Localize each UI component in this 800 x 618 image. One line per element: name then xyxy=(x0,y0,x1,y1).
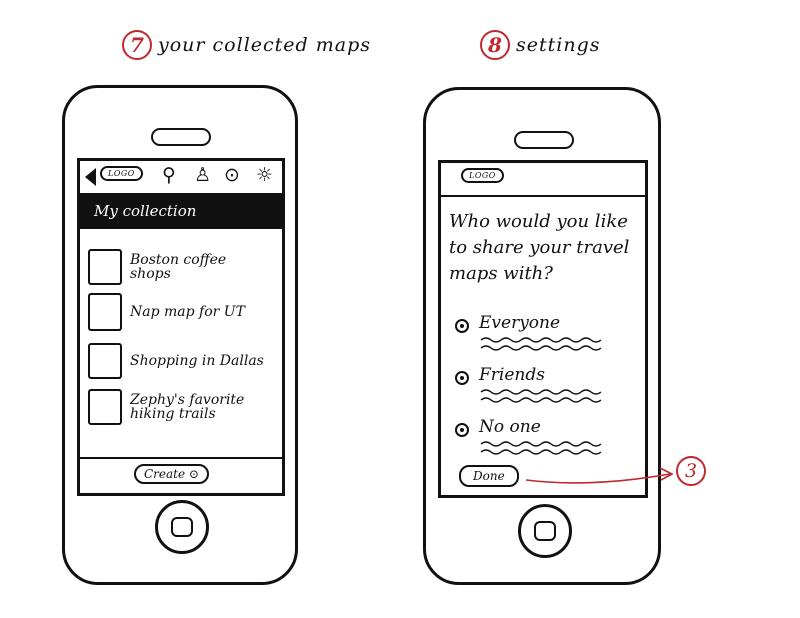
step-number-badge: 7 xyxy=(122,30,152,60)
option-friends[interactable]: Friends xyxy=(455,365,609,405)
item-label: Zephy's favorite hiking trails xyxy=(130,392,245,422)
back-arrow-icon[interactable] xyxy=(85,168,96,186)
search-icon[interactable]: ⚲ xyxy=(162,166,176,185)
list-item[interactable]: Zephy's favorite hiking trails xyxy=(88,389,250,425)
option-no-one[interactable]: No one xyxy=(455,417,609,457)
home-button[interactable] xyxy=(518,504,572,558)
option-everyone[interactable]: Everyone xyxy=(455,313,609,353)
list-item[interactable]: Boston coffee shops xyxy=(88,249,270,285)
home-button-icon xyxy=(534,521,556,541)
done-button[interactable]: Done xyxy=(459,465,519,487)
map-thumbnail xyxy=(88,293,122,331)
map-pin-icon[interactable]: ⊙ xyxy=(224,166,240,185)
create-button-label: Create xyxy=(144,467,186,481)
section-title: My collection xyxy=(80,193,282,229)
bottom-bar: Create ⊙ xyxy=(80,457,282,493)
top-nav-bar: LOGO xyxy=(441,163,645,197)
list-item[interactable]: Nap map for UT xyxy=(88,293,245,331)
radio-icon[interactable] xyxy=(455,319,469,333)
home-button-icon xyxy=(171,517,193,537)
person-icon[interactable]: ♙ xyxy=(194,166,211,185)
callout-arrow xyxy=(525,467,674,484)
logo: LOGO xyxy=(100,166,143,181)
create-button[interactable]: Create ⊙ xyxy=(134,464,209,484)
radio-icon[interactable] xyxy=(455,423,469,437)
step-number-badge: 8 xyxy=(480,30,510,60)
option-label: Everyone xyxy=(479,313,561,333)
item-label: Nap map for UT xyxy=(130,304,245,320)
map-thumbnail xyxy=(88,249,122,285)
radio-icon[interactable] xyxy=(455,371,469,385)
left-phone-frame: LOGO ⚲ ♙ ⊙ ☼ My collection Boston coffee… xyxy=(62,85,298,585)
home-button[interactable] xyxy=(155,500,209,554)
item-label: Shopping in Dallas xyxy=(130,353,264,369)
right-heading: 8 settings xyxy=(480,30,601,60)
speaker-slot xyxy=(514,131,574,149)
option-label: Friends xyxy=(479,365,545,385)
callout-number-badge: 3 xyxy=(676,456,706,486)
left-screen: LOGO ⚲ ♙ ⊙ ☼ My collection Boston coffee… xyxy=(77,158,285,496)
left-heading-text: your collected maps xyxy=(158,34,371,56)
list-item[interactable]: Shopping in Dallas xyxy=(88,343,264,379)
item-label: Boston coffee shops xyxy=(130,252,227,282)
right-phone-frame: LOGO Who would you like to share your tr… xyxy=(423,87,661,585)
option-label: No one xyxy=(479,417,541,437)
right-screen: LOGO Who would you like to share your tr… xyxy=(438,160,648,498)
speaker-slot xyxy=(151,128,211,146)
map-thumbnail xyxy=(88,343,122,379)
right-heading-text: settings xyxy=(516,34,601,56)
placeholder-scribble xyxy=(480,441,602,455)
placeholder-scribble xyxy=(480,389,602,403)
top-nav-bar: LOGO ⚲ ♙ ⊙ ☼ xyxy=(80,161,282,195)
share-question: Who would you like to share your travel … xyxy=(449,211,630,284)
sun-settings-icon[interactable]: ☼ xyxy=(256,166,273,185)
left-heading: 7 your collected maps xyxy=(122,30,371,60)
logo: LOGO xyxy=(461,168,504,183)
map-thumbnail xyxy=(88,389,122,425)
placeholder-scribble xyxy=(480,337,602,351)
map-pin-icon: ⊙ xyxy=(188,467,199,481)
